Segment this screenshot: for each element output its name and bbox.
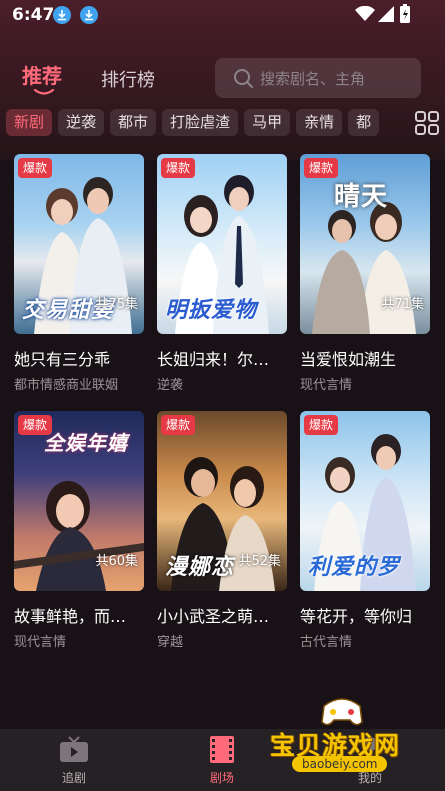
drama-card[interactable]: 爆款 晴天 共71集 当爱恨如潮生 现代言情 <box>300 154 430 393</box>
drama-title: 她只有三分乖 <box>14 350 111 369</box>
drama-card[interactable]: 爆款 全娱年嬉 共60集 故事鲜艳，而… 现代言情 <box>14 411 144 650</box>
drama-genre: 都市情感商业联姻 <box>14 378 119 393</box>
poster-title: 明扳爱物 <box>165 297 258 323</box>
drama-card[interactable]: 爆款 交易甜妻 共75集 她只有三分乖 都市情感商业联姻 <box>14 154 144 393</box>
search-placeholder: 搜索剧名、主角 <box>260 70 366 88</box>
hot-badge: 爆款 <box>18 158 53 178</box>
gamepad-icon <box>321 698 363 726</box>
category-chip[interactable]: 马甲 <box>244 109 291 136</box>
search-input[interactable]: 搜索剧名、主角 <box>215 58 421 98</box>
drama-genre: 现代言情 <box>14 635 67 650</box>
tab-ranking[interactable]: 排行榜 <box>101 66 155 92</box>
nav-item-following[interactable]: 追剧 <box>44 735 104 786</box>
hot-badge: 爆款 <box>161 415 196 435</box>
category-chip-new[interactable]: 新剧 <box>6 109 53 136</box>
episode-count: 共75集 <box>95 297 138 312</box>
category-chip[interactable]: 亲情 <box>296 109 343 136</box>
drama-genre: 古代言情 <box>300 635 353 650</box>
episode-count: 共71集 <box>381 297 424 312</box>
poster-title: 晴天 <box>334 182 389 212</box>
drama-title: 故事鲜艳，而… <box>14 607 127 626</box>
drama-genre: 逆袭 <box>157 378 184 393</box>
drama-poster[interactable]: 爆款 交易甜妻 共75集 <box>14 154 144 334</box>
hot-badge: 爆款 <box>161 158 196 178</box>
drama-poster[interactable]: 爆款 利爱的罗 <box>300 411 430 591</box>
grid-menu-icon[interactable] <box>414 110 440 136</box>
tab-active-indicator <box>33 88 55 95</box>
hot-badge: 爆款 <box>304 158 339 178</box>
download-icon <box>53 6 71 24</box>
drama-poster[interactable]: 爆款 明扳爱物 <box>157 154 287 334</box>
nav-label: 剧场 <box>209 771 234 785</box>
drama-card[interactable]: 爆款 明扳爱物 长姐归来！尔… 逆袭 <box>157 154 287 393</box>
poster-title: 全娱年嬉 <box>44 431 128 455</box>
drama-title: 小小武圣之萌… <box>157 607 270 626</box>
watermark-url: baobeiy.com <box>292 756 388 772</box>
drama-card[interactable]: 爆款 利爱的罗 等花开，等你归 古代言情 <box>300 411 430 650</box>
drama-poster[interactable]: 爆款 全娱年嬉 共60集 <box>14 411 144 591</box>
category-chip[interactable]: 逆袭 <box>58 109 105 136</box>
drama-card[interactable]: 爆款 漫娜恋 共52集 小小武圣之萌… 穿越 <box>157 411 287 650</box>
category-chips: 新剧 逆袭 都市 打脸虐渣 马甲 亲情都 <box>6 109 410 138</box>
battery-icon <box>400 4 410 23</box>
drama-genre: 现代言情 <box>300 378 353 393</box>
episode-count: 共60集 <box>95 554 138 569</box>
download-icon <box>80 6 98 24</box>
tab-recommend[interactable]: 推荐 <box>22 60 62 89</box>
episode-count: 共52集 <box>238 554 281 569</box>
poster-title: 利爱的罗 <box>308 554 401 580</box>
drama-title: 当爱恨如潮生 <box>300 350 397 369</box>
category-chip[interactable]: 打脸虐渣 <box>162 109 239 136</box>
search-icon <box>234 69 253 88</box>
drama-genre: 穿越 <box>157 635 184 650</box>
film-icon <box>210 736 234 763</box>
status-bar: 6:47 <box>0 0 445 30</box>
category-chip[interactable]: 都市 <box>110 109 157 136</box>
poster-title: 漫娜恋 <box>165 554 235 580</box>
drama-title: 等花开，等你归 <box>300 607 413 626</box>
signal-icon <box>378 6 394 22</box>
status-time: 6:47 <box>12 5 55 25</box>
watermark-logo: 宝贝游戏网 baobeiy.com <box>270 696 420 776</box>
drama-poster[interactable]: 爆款 漫娜恋 共52集 <box>157 411 287 591</box>
nav-label: 追剧 <box>61 771 86 785</box>
hot-badge: 爆款 <box>304 415 339 435</box>
wifi-icon <box>355 6 375 21</box>
tv-icon <box>60 736 88 762</box>
category-chip[interactable]: 都 <box>348 109 380 136</box>
nav-item-theater[interactable]: 剧场 <box>192 735 252 786</box>
drama-poster[interactable]: 爆款 晴天 共71集 <box>300 154 430 334</box>
drama-title: 长姐归来！尔… <box>157 350 270 369</box>
